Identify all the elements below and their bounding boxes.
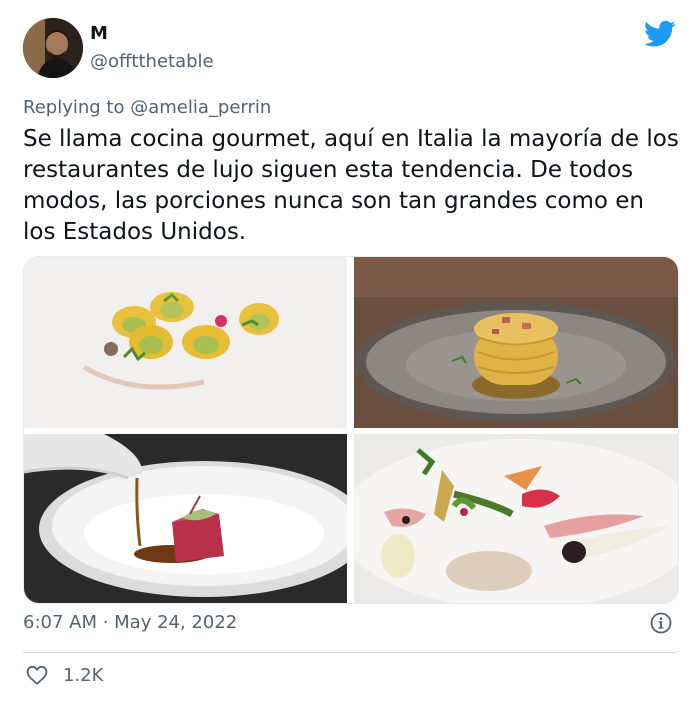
tweet-card: M @offtthetable Replying to @amelia_perr…: [0, 0, 700, 703]
like-count: 1.2K: [63, 664, 104, 686]
reply-prefix: Replying to: [23, 97, 125, 118]
tweet-timestamp[interactable]: 6:07 AM · May 24, 2022: [23, 612, 237, 633]
vegetable-plate-photo[interactable]: [354, 434, 678, 603]
tweet-text: Se llama cocina gourmet, aquí en Italia …: [23, 126, 679, 245]
reply-mention[interactable]: @amelia_perrin: [130, 97, 271, 118]
reply-context: Replying to @amelia_perrin: [23, 97, 271, 118]
photo-grid: [23, 256, 679, 604]
like-action[interactable]: 1.2K: [25, 663, 103, 687]
tortellini-dish-photo[interactable]: [24, 257, 347, 428]
twitter-bird-icon: [644, 20, 676, 48]
divider: [23, 652, 677, 653]
tuna-sauce-pour-photo[interactable]: [24, 434, 347, 603]
author-name[interactable]: M: [90, 23, 108, 44]
avatar[interactable]: [23, 18, 83, 78]
info-icon[interactable]: [650, 612, 672, 634]
spaghetti-nest-photo[interactable]: [354, 257, 678, 428]
heart-icon[interactable]: [25, 663, 49, 687]
author-handle[interactable]: @offtthetable: [90, 51, 214, 72]
